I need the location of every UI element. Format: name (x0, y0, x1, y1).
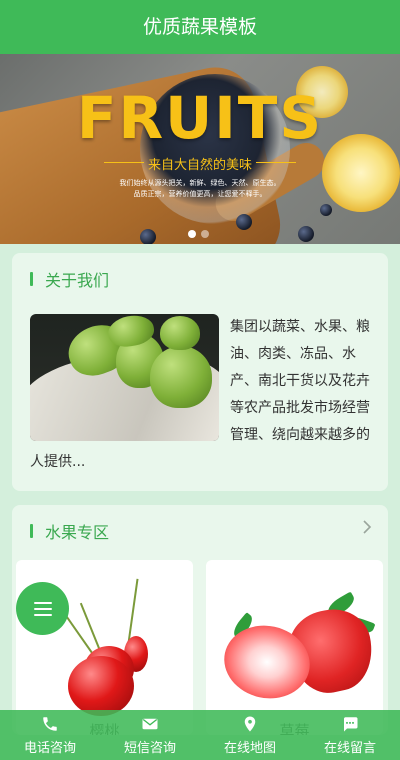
page-header: 优质蔬果模板 (0, 0, 400, 54)
fruit-zone-section: 水果专区 樱桃 草莓 (12, 505, 388, 735)
map-pin-icon (241, 715, 259, 733)
menu-icon-line (33, 613, 52, 616)
nav-sms-consult[interactable]: 短信咨询 (100, 710, 200, 760)
banner-description-line: 品质正宗，营养价值更高，让您爱不释手。 (133, 190, 267, 198)
menu-fab-button[interactable] (16, 582, 69, 635)
about-us-text[interactable]: 集团以蔬菜、水果、粮油、肉类、冻品、水产、南北干货以及花卉等农产品批发市场经营管… (30, 314, 374, 476)
chat-icon (341, 715, 359, 733)
blueberry-graphic (298, 226, 314, 242)
banner-subtitle: 来自大自然的美味 (147, 158, 252, 173)
chevron-right-icon[interactable] (362, 519, 372, 540)
blueberry-graphic (320, 204, 332, 216)
menu-icon-line (33, 607, 52, 610)
fruit-card-strawberry[interactable]: 草莓 (206, 560, 383, 735)
about-us-title: 关于我们 (45, 271, 110, 290)
nav-label: 电话咨询 (23, 740, 76, 756)
cherry-graphic (68, 656, 134, 716)
section-title[interactable]: 关于我们 (30, 267, 109, 291)
mail-icon (141, 715, 159, 733)
banner-description: 我们始终从源头把关，新鲜、绿色、天然、原生态。 品质正宗，营养价值更高，让您爱不… (0, 178, 400, 200)
fruit-zone-title: 水果专区 (45, 523, 110, 542)
carousel-dot[interactable] (188, 230, 196, 238)
section-title-bar (30, 272, 33, 286)
carousel-dots (188, 230, 209, 238)
banner-description-line: 我们始终从源头把关，新鲜、绿色、天然、原生态。 (119, 179, 281, 187)
nav-label: 在线地图 (223, 740, 276, 756)
section-title-bar (30, 524, 33, 538)
nav-online-message[interactable]: 在线留言 (300, 710, 400, 760)
hero-banner[interactable]: FRUITS 来自大自然的美味 我们始终从源头把关，新鲜、绿色、天然、原生态。 … (0, 54, 400, 244)
about-us-section: 关于我们 集团以蔬菜、水果、粮油、肉类、冻品、水产、南北干货以及花卉等农产品批发… (12, 253, 388, 491)
page-title: 优质蔬果模板 (142, 16, 257, 38)
menu-icon-line (33, 601, 52, 604)
blueberry-graphic (140, 229, 156, 244)
bottom-nav: 电话咨询 短信咨询 在线地图 在线留言 (0, 710, 400, 760)
carousel-dot[interactable] (201, 230, 209, 238)
nav-label: 在线留言 (323, 740, 376, 756)
nav-online-map[interactable]: 在线地图 (200, 710, 300, 760)
nav-label: 短信咨询 (123, 740, 176, 756)
section-title[interactable]: 水果专区 (30, 519, 109, 543)
banner-title: FRUITS (76, 84, 324, 152)
nav-phone-consult[interactable]: 电话咨询 (0, 710, 100, 760)
phone-icon (41, 715, 59, 733)
blueberry-graphic (236, 214, 252, 230)
